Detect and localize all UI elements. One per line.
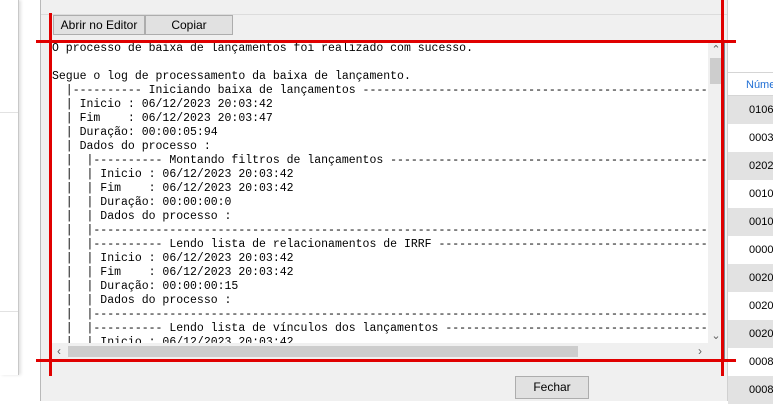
table-row[interactable]: 0010 (728, 180, 773, 208)
close-button[interactable]: Fechar (515, 376, 589, 399)
open-in-editor-button[interactable]: Abrir no Editor (53, 15, 145, 35)
table-row[interactable]: 0020 (728, 292, 773, 320)
log-dialog: Abrir no Editor Copiar O processo de bai… (40, 0, 728, 401)
table-row[interactable]: 0020 (728, 320, 773, 348)
scroll-right-icon[interactable]: › (692, 343, 708, 360)
horizontal-scroll-thumb[interactable] (68, 346, 578, 357)
divider (0, 311, 18, 312)
copy-button[interactable]: Copiar (145, 15, 233, 35)
column-header-numero[interactable]: Número (728, 72, 773, 96)
table-row[interactable]: 0003 (728, 124, 773, 152)
annotation-line-top (36, 40, 736, 43)
background-table: Número 010600030202001000100000002000200… (727, 0, 773, 404)
table-row[interactable]: 0202 (728, 152, 773, 180)
table-row[interactable]: 0008 (728, 348, 773, 376)
dialog-top-edge (41, 0, 727, 15)
annotation-line-left (49, 13, 52, 376)
table-row[interactable]: 0008 (728, 376, 773, 404)
log-content: O processo de baixa de lançamentos foi r… (52, 42, 725, 349)
annotation-line-bottom (36, 359, 736, 362)
scroll-left-icon[interactable]: ‹ (51, 343, 67, 360)
divider (0, 112, 18, 113)
background-window-left (0, 0, 19, 375)
table-row[interactable]: 0020 (728, 264, 773, 292)
table-row[interactable]: 0106 (728, 96, 773, 124)
horizontal-scrollbar[interactable]: ‹ › (51, 343, 708, 360)
log-text-area[interactable]: O processo de baixa de lançamentos foi r… (50, 41, 725, 361)
table-row[interactable]: 0000 (728, 236, 773, 264)
table-row[interactable]: 0010 (728, 208, 773, 236)
annotation-line-right (721, 0, 724, 376)
